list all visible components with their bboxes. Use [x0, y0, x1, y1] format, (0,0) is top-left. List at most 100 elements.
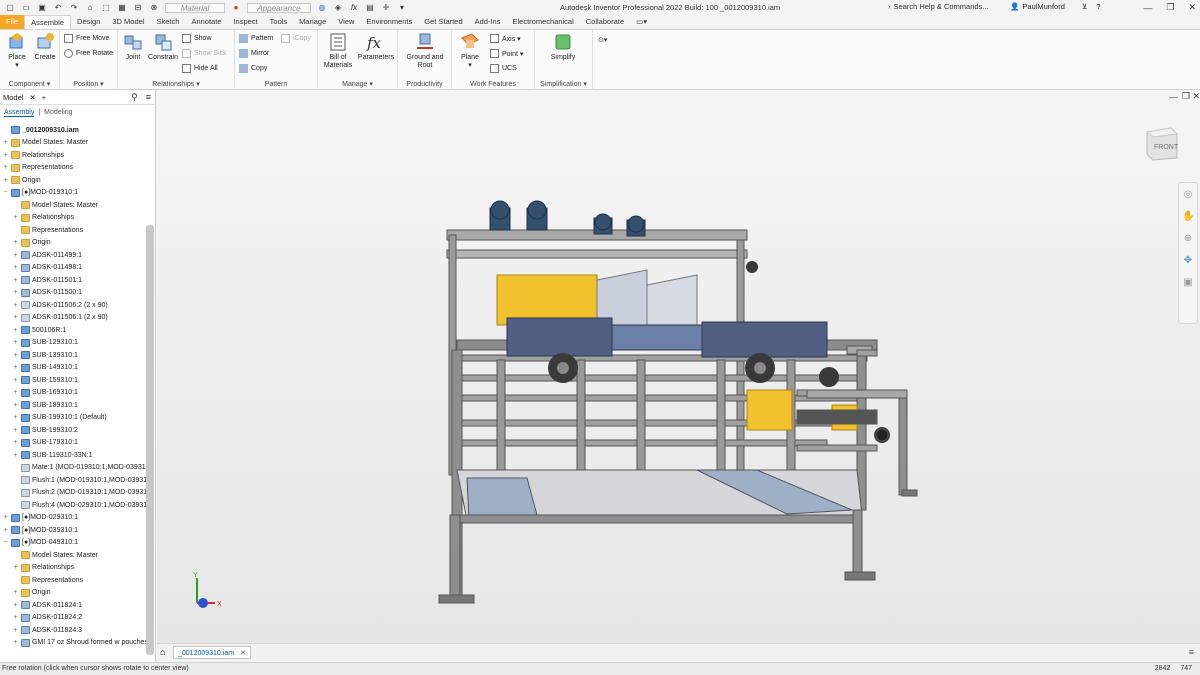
- ucs-button[interactable]: UCS: [490, 63, 517, 74]
- position-panel-label[interactable]: Position ▾: [60, 80, 117, 88]
- viewcube[interactable]: FRONT: [1143, 124, 1179, 162]
- move-icon[interactable]: ✛: [381, 3, 391, 13]
- tree-item[interactable]: Model States: Master: [12, 549, 98, 561]
- tab-sketch[interactable]: Sketch: [151, 15, 186, 29]
- tree-item[interactable]: Flush:4 (MOD-029310:1,MOD-039318: [12, 499, 146, 511]
- tree-expander-icon[interactable]: +: [12, 639, 19, 646]
- tree-item[interactable]: + Relationships: [2, 149, 64, 161]
- color-wheel-icon[interactable]: ◍: [317, 3, 327, 13]
- tab-manage[interactable]: Manage: [293, 15, 332, 29]
- tree-expander-icon[interactable]: +: [12, 564, 19, 571]
- manage-panel-label[interactable]: Manage ▾: [318, 80, 397, 88]
- user-account[interactable]: 👤 PaulMunford ⊻?: [1010, 2, 1101, 11]
- tree-item[interactable]: + Relationships: [12, 562, 74, 574]
- tree-item[interactable]: + Representations: [2, 162, 73, 174]
- measure-icon[interactable]: ⊟: [133, 3, 143, 13]
- look-at-icon[interactable]: ▣: [1182, 277, 1194, 289]
- help-icon[interactable]: ?: [1096, 2, 1100, 11]
- tab-file[interactable]: File: [0, 15, 25, 29]
- tab-assemble[interactable]: Assemble: [24, 15, 72, 29]
- free-move-button[interactable]: Free Move: [64, 33, 109, 44]
- tab-collaborate[interactable]: Collaborate: [580, 15, 630, 29]
- tree-item[interactable]: + ADSK-011824:1: [12, 599, 82, 611]
- tree-expander-icon[interactable]: +: [12, 389, 19, 396]
- tree-expander-icon[interactable]: +: [12, 327, 19, 334]
- tree-expander-icon[interactable]: +: [2, 527, 9, 534]
- tree-item[interactable]: + ADSK-011499:1: [12, 249, 82, 261]
- tree-expander-icon[interactable]: +: [12, 439, 19, 446]
- create-button[interactable]: Create: [32, 32, 58, 62]
- tree-item[interactable]: + [●]MOD-029310:1: [2, 512, 78, 524]
- joint-button[interactable]: Joint: [120, 32, 146, 62]
- tree-item[interactable]: + ADSK-011506:1 (2 x 90): [12, 312, 108, 324]
- tree-expander-icon[interactable]: +: [12, 377, 19, 384]
- tree-expander-icon[interactable]: +: [12, 252, 19, 259]
- tree-item[interactable]: + SUB-179310:1: [12, 437, 78, 449]
- open-icon[interactable]: ▭: [21, 3, 31, 13]
- tree-item[interactable]: Representations: [12, 224, 83, 236]
- browser-menu-icon[interactable]: ≡: [146, 92, 151, 103]
- browser-close-icon[interactable]: ✕: [29, 93, 35, 102]
- tree-expander-icon[interactable]: +: [12, 602, 19, 609]
- ribbon-options-button[interactable]: ⊙▾: [598, 34, 607, 45]
- tree-expander-icon[interactable]: +: [12, 627, 19, 634]
- cart-icon[interactable]: ⊻: [1082, 2, 1088, 11]
- tree-expander-icon[interactable]: −: [2, 189, 9, 196]
- tree-expander-icon[interactable]: +: [12, 277, 19, 284]
- help-search[interactable]: › Search Help & Commands...: [888, 2, 989, 11]
- tree-expander-icon[interactable]: +: [12, 264, 19, 271]
- browser-search-icon[interactable]: ⚲: [131, 92, 138, 103]
- tree-expander-icon[interactable]: +: [2, 177, 9, 184]
- close-icon[interactable]: ✕: [1188, 2, 1196, 13]
- tree-item[interactable]: +500106R:1: [12, 324, 66, 336]
- tab-modeling[interactable]: Modeling: [44, 109, 72, 116]
- tree-item[interactable]: + SUB-189310:1: [12, 399, 78, 411]
- tree-item[interactable]: + Origin: [12, 587, 51, 599]
- tree-item[interactable]: + SUB-199310:2: [12, 424, 78, 436]
- tree-expander-icon[interactable]: +: [12, 289, 19, 296]
- pattern-button[interactable]: Pattern: [239, 33, 274, 44]
- viewport-restore-icon[interactable]: ❐: [1182, 91, 1190, 102]
- home-tab-icon[interactable]: ⌂: [160, 647, 165, 657]
- free-rotate-button[interactable]: Free Rotate: [64, 48, 113, 59]
- point-button[interactable]: Point ▾: [490, 48, 523, 59]
- tree-item[interactable]: + ADSK-011824:3: [12, 624, 82, 636]
- tab-tools[interactable]: Tools: [264, 15, 294, 29]
- tree-item[interactable]: _0012009310.iam: [2, 124, 79, 136]
- simplification-panel-label[interactable]: Simplification ▾: [535, 80, 592, 88]
- tree-item[interactable]: + Origin: [2, 174, 41, 186]
- pan-icon[interactable]: ✋: [1182, 211, 1194, 223]
- tree-item[interactable]: + ADSK-011506:2 (2 x 90): [12, 299, 108, 311]
- steering-wheel-icon[interactable]: ◎: [1182, 189, 1194, 201]
- tab-annotate[interactable]: Annotate: [185, 15, 227, 29]
- tree-expander-icon[interactable]: +: [12, 589, 19, 596]
- tree-item[interactable]: Flush:1 (MOD-019310:1,MOD-039318: [12, 474, 146, 486]
- undo-icon[interactable]: ↶: [53, 3, 63, 13]
- tree-expander-icon[interactable]: +: [12, 314, 19, 321]
- tree-item[interactable]: Model States: Master: [12, 199, 98, 211]
- mirror-button[interactable]: Mirror: [239, 48, 269, 59]
- hide-all-button[interactable]: Hide All: [182, 63, 218, 74]
- tree-item[interactable]: + ADSK-011501:1: [12, 274, 82, 286]
- appearance-dropdown[interactable]: Appearance: [247, 2, 311, 13]
- material-dropdown[interactable]: Material: [165, 2, 225, 13]
- tab-inspect[interactable]: Inspect: [227, 15, 263, 29]
- tree-expander-icon[interactable]: +: [12, 614, 19, 621]
- tab-environments[interactable]: Environments: [360, 15, 418, 29]
- browser-add-icon[interactable]: +: [42, 93, 46, 102]
- tree-item[interactable]: + Origin: [12, 237, 51, 249]
- component-panel-label[interactable]: Component ▾: [0, 80, 59, 88]
- tree-item[interactable]: + ADSK-011500:1: [12, 287, 82, 299]
- tree-item[interactable]: + SUB-149310:1: [12, 362, 78, 374]
- tree-item[interactable]: + SUB-199310:1 (Default): [12, 412, 107, 424]
- tree-expander-icon[interactable]: +: [12, 402, 19, 409]
- fx-icon[interactable]: fx: [349, 3, 359, 13]
- tree-item[interactable]: + ADSK-011498:1: [12, 262, 82, 274]
- tree-item[interactable]: Representations: [12, 574, 83, 586]
- bill-of-materials-button[interactable]: Bill of Materials: [320, 32, 356, 70]
- show-sick-button[interactable]: Show Sick: [182, 48, 227, 59]
- tree-item[interactable]: + [●]MOD-039310:1: [2, 524, 78, 536]
- tree-expander-icon[interactable]: +: [12, 364, 19, 371]
- ipart-icon[interactable]: ▤: [365, 3, 375, 13]
- viewport-close-icon[interactable]: ✕: [1192, 91, 1200, 102]
